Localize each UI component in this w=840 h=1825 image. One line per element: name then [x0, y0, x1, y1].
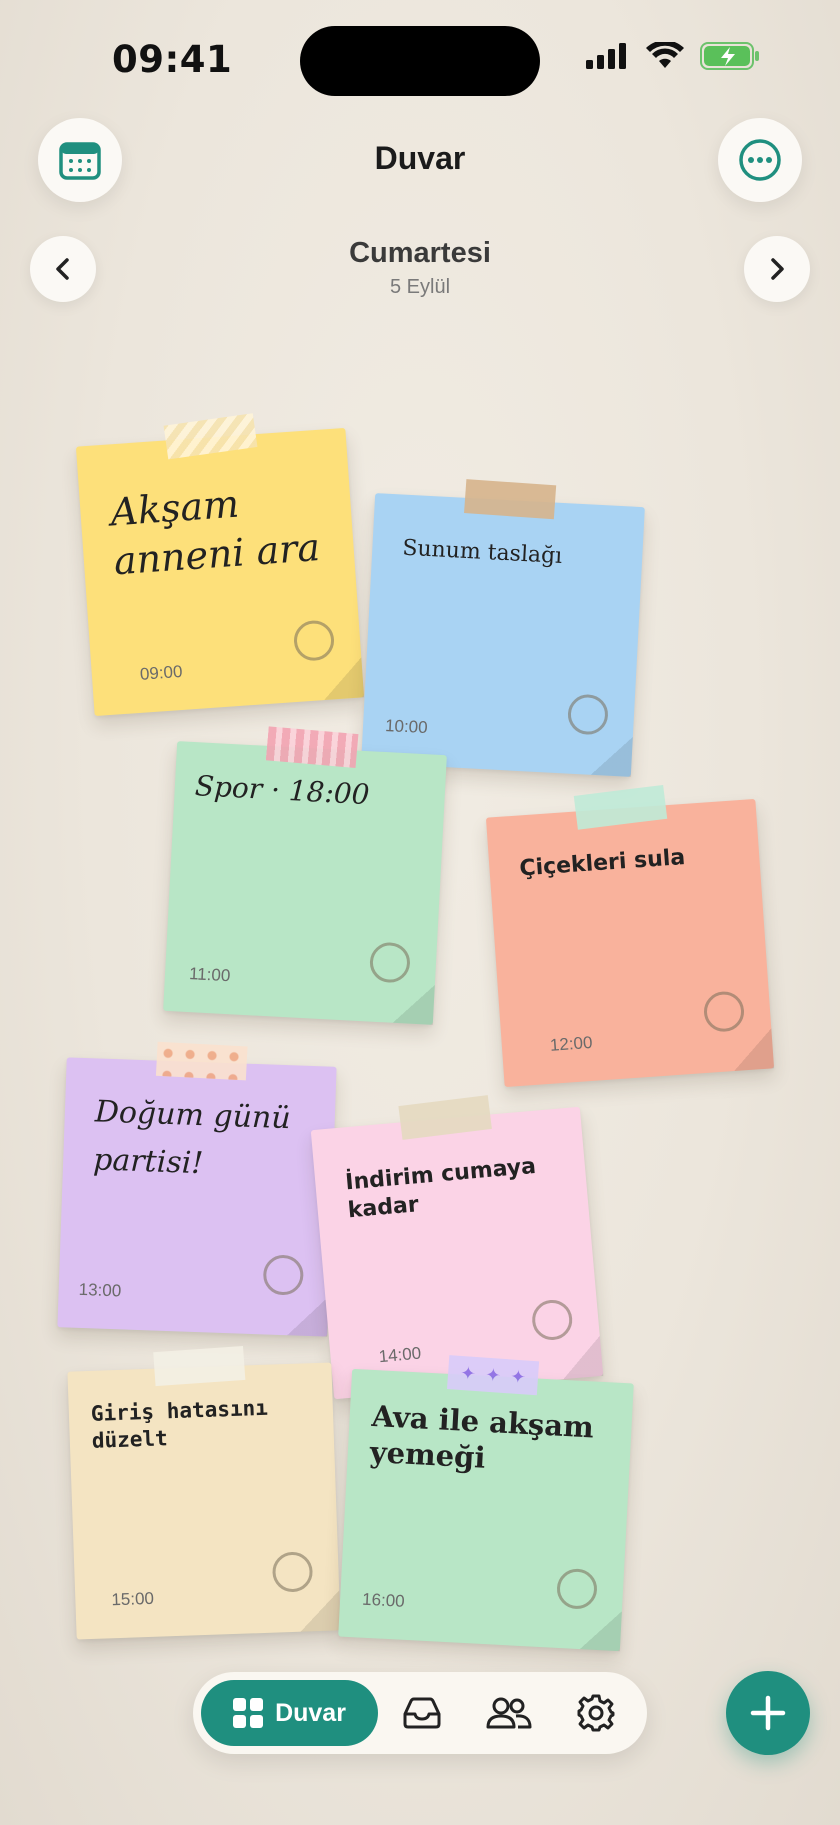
complete-checkbox[interactable] — [271, 1551, 314, 1593]
complete-checkbox[interactable] — [368, 941, 411, 984]
tape-decoration — [163, 413, 258, 460]
sticky-note[interactable]: Doğum günü partisi! 13:00 — [57, 1041, 337, 1337]
note-time: 15:00 — [111, 1588, 155, 1610]
note-time: 14:00 — [377, 1343, 422, 1367]
note-time: 10:00 — [384, 715, 429, 738]
complete-checkbox[interactable] — [566, 693, 609, 736]
tab-wall-label: Duvar — [275, 1698, 346, 1727]
note-text: Spor · 18:00 — [194, 769, 371, 812]
tape-decoration — [573, 784, 668, 830]
complete-checkbox[interactable] — [292, 619, 336, 662]
people-icon — [486, 1697, 532, 1729]
tape-decoration — [155, 1041, 248, 1081]
note-text: Doğum günü partisi! — [92, 1094, 292, 1182]
note-text: İndirim cumaya kadar — [344, 1153, 537, 1224]
sparkle-icon: ✦ — [509, 1365, 527, 1387]
sticky-note[interactable]: Sunum taslağı 10:00 — [361, 479, 645, 777]
complete-checkbox[interactable] — [702, 990, 746, 1033]
more-button[interactable] — [718, 118, 802, 202]
chevron-right-icon — [771, 258, 784, 280]
inbox-icon — [403, 1697, 441, 1729]
note-time: 12:00 — [549, 1032, 594, 1055]
note-text: Çiçekleri sula — [518, 844, 686, 882]
sparkle-icon: ✦ — [484, 1364, 502, 1386]
status-time: 09:41 — [112, 38, 233, 81]
note-text: Sunum taslağı — [401, 535, 563, 569]
sparkle-icon: ✦ — [459, 1362, 477, 1384]
wifi-icon — [646, 42, 684, 68]
status-bar: 09:41 — [0, 0, 840, 110]
tape-decoration — [464, 479, 557, 520]
battery-icon — [700, 42, 759, 70]
complete-checkbox[interactable] — [555, 1567, 599, 1610]
note-time: 16:00 — [361, 1589, 406, 1611]
note-text: Akşam anneni ara — [109, 481, 322, 583]
sticky-note[interactable]: Spor · 18:00 11:00 — [163, 726, 447, 1025]
tab-inbox[interactable] — [402, 1693, 442, 1733]
tab-settings[interactable] — [576, 1693, 616, 1733]
tab-wall[interactable]: Duvar — [201, 1680, 378, 1746]
day-name: Cumartesi — [349, 237, 491, 269]
dynamic-island — [300, 26, 540, 96]
signal-icon — [586, 43, 626, 69]
sticky-note[interactable]: ✦ ✦ ✦ Ava ile akşam yemeği 16:00 — [338, 1355, 634, 1652]
add-note-button[interactable] — [726, 1671, 810, 1755]
tape-decoration — [265, 726, 359, 769]
tape-decoration: ✦ ✦ ✦ — [446, 1355, 540, 1396]
note-time: 11:00 — [188, 964, 231, 986]
sticky-note[interactable]: Giriş hatasını düzelt 15:00 — [67, 1345, 341, 1640]
complete-checkbox[interactable] — [262, 1254, 305, 1296]
note-time: 09:00 — [139, 661, 184, 684]
note-text: Giriş hatasını düzelt — [90, 1395, 269, 1453]
more-icon — [739, 139, 781, 181]
sticky-note[interactable]: Çiçekleri sula 12:00 — [485, 784, 775, 1088]
page-title: Duvar — [374, 140, 466, 176]
note-text: Ava ile akşam yemeği — [368, 1398, 595, 1476]
tape-decoration — [398, 1095, 492, 1140]
tape-decoration — [153, 1345, 246, 1387]
complete-checkbox[interactable] — [530, 1298, 574, 1342]
grid-icon — [233, 1698, 264, 1728]
tab-people[interactable] — [485, 1693, 533, 1733]
plus-icon — [750, 1695, 786, 1731]
bottom-nav: Duvar — [193, 1672, 647, 1754]
gear-icon — [577, 1694, 615, 1732]
status-icons — [586, 42, 760, 70]
note-time: 13:00 — [78, 1279, 122, 1301]
day-date: 5 Eylül — [389, 276, 451, 298]
next-day-button[interactable] — [744, 236, 810, 302]
sticky-note[interactable]: Akşam anneni ara 09:00 — [75, 413, 365, 717]
